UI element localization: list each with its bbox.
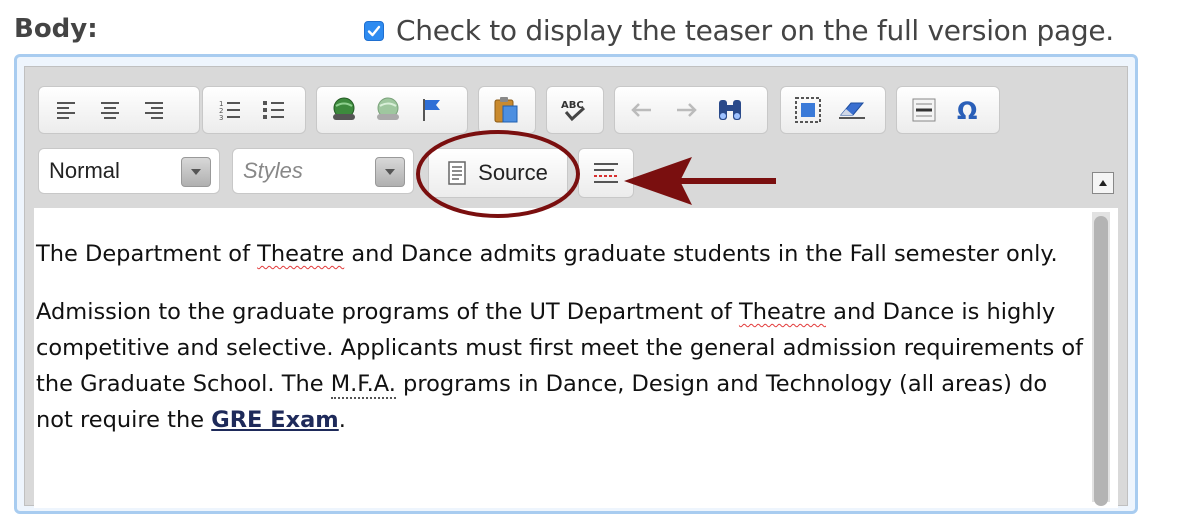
paragraph-1-text-a: The Department of: [36, 241, 258, 267]
format-combo-value: Normal: [49, 158, 120, 183]
toolbar-group-select: [780, 86, 886, 134]
svg-text:3: 3: [219, 114, 223, 121]
paragraph-2-text-a: Admission to the graduate programs of th…: [36, 299, 739, 325]
select-all-icon: [795, 97, 821, 123]
align-right-button[interactable]: [139, 95, 169, 125]
link-icon: [333, 97, 355, 120]
svg-text:Ω: Ω: [957, 97, 977, 123]
toolbar-group-align: [38, 86, 200, 134]
horizontal-rule-icon: [912, 98, 936, 122]
collapse-toolbar-button[interactable]: [1092, 172, 1114, 194]
editor-content[interactable]: The Department of Theatre and Dance admi…: [34, 208, 1118, 508]
align-center-button[interactable]: [95, 95, 125, 125]
paste-button[interactable]: [491, 95, 521, 125]
misspelled-word[interactable]: Theatre: [257, 241, 344, 267]
link-button[interactable]: [329, 95, 359, 125]
paste-icon: [494, 97, 518, 123]
gre-exam-link[interactable]: GRE Exam: [211, 407, 339, 433]
anchor-flag-icon: [423, 99, 440, 121]
chevron-down-icon: [191, 169, 201, 175]
triangle-up-icon: [1099, 180, 1107, 186]
format-combo-arrow[interactable]: [181, 157, 211, 187]
numbered-list-button[interactable]: 123: [215, 95, 245, 125]
find-icon: [719, 100, 741, 120]
select-all-button[interactable]: [793, 95, 823, 125]
checkmark-icon: [367, 25, 381, 36]
teaser-option[interactable]: Check to display the teaser on the full …: [364, 14, 1114, 47]
scrollbar-thumb[interactable]: [1094, 216, 1108, 506]
source-button[interactable]: Source: [428, 148, 568, 198]
teaser-checkbox[interactable]: [364, 20, 384, 41]
styles-combo-arrow[interactable]: [375, 157, 405, 187]
align-left-icon: [57, 102, 75, 119]
align-left-button[interactable]: [51, 95, 81, 125]
editor-text[interactable]: The Department of Theatre and Dance admi…: [36, 236, 1090, 460]
show-blocks-icon: [594, 163, 618, 183]
toolbar-group-history: [614, 86, 768, 134]
remove-format-icon: [839, 102, 865, 119]
numbered-list-icon: 123: [219, 100, 240, 121]
paragraph-1-text-b: and Dance admits graduate students in th…: [344, 241, 1058, 267]
toolbar-group-spell: ABC: [546, 86, 604, 134]
anchor-button[interactable]: [417, 95, 447, 125]
find-button[interactable]: [715, 95, 745, 125]
special-character-icon: Ω: [957, 97, 977, 123]
special-character-button[interactable]: Ω: [953, 95, 983, 125]
undo-button[interactable]: [627, 95, 657, 125]
spellcheck-button[interactable]: ABC: [559, 95, 589, 125]
styles-combo-placeholder: Styles: [243, 158, 303, 183]
remove-format-button[interactable]: [837, 95, 867, 125]
styles-combo[interactable]: Styles: [232, 148, 414, 194]
show-blocks-button[interactable]: [578, 148, 634, 198]
toolbar-group-insert: Ω: [896, 86, 1000, 134]
unlink-button[interactable]: [373, 95, 403, 125]
align-right-icon: [145, 102, 163, 119]
teaser-label: Check to display the teaser on the full …: [396, 14, 1114, 47]
paragraph-2: Admission to the graduate programs of th…: [36, 294, 1090, 438]
paragraph-1: The Department of Theatre and Dance admi…: [36, 236, 1090, 272]
spellcheck-icon: ABC: [561, 100, 586, 122]
editor-scrollbar[interactable]: [1092, 212, 1110, 506]
mfa-abbreviation[interactable]: M.F.A.: [330, 371, 396, 399]
body-label: Body:: [14, 14, 98, 44]
undo-icon: [631, 103, 651, 117]
source-document-icon: [448, 161, 466, 185]
redo-icon: [677, 103, 697, 117]
toolbar-group-links: [316, 86, 468, 134]
horizontal-rule-button[interactable]: [909, 95, 939, 125]
align-center-icon: [101, 102, 119, 119]
paragraph-2-text-d: .: [338, 407, 346, 433]
source-label: Source: [478, 160, 548, 185]
misspelled-word[interactable]: Theatre: [739, 299, 826, 325]
format-combo[interactable]: Normal: [38, 148, 220, 194]
unlink-icon: [377, 97, 399, 120]
bulleted-list-icon: [263, 101, 284, 119]
bulleted-list-button[interactable]: [259, 95, 289, 125]
toolbar-group-lists: 123: [202, 86, 306, 134]
redo-button[interactable]: [671, 95, 701, 125]
toolbar-group-paste: [478, 86, 536, 134]
svg-text:ABC: ABC: [561, 100, 584, 111]
chevron-down-icon: [385, 169, 395, 175]
